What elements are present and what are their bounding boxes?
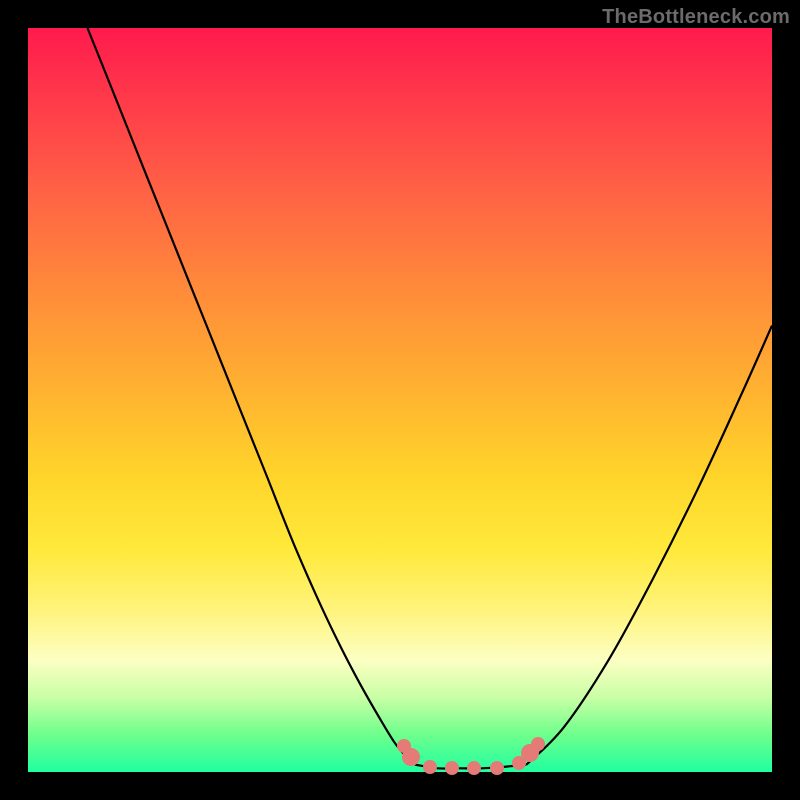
marker-dot xyxy=(512,756,526,770)
marker-dot xyxy=(402,748,420,766)
marker-dot xyxy=(423,760,437,774)
curve-valley-floor xyxy=(415,765,527,769)
curve-right-branch xyxy=(527,326,773,765)
chart-plot-area xyxy=(28,28,772,772)
watermark-text: TheBottleneck.com xyxy=(602,6,790,29)
marker-dot xyxy=(490,761,504,775)
marker-dot xyxy=(531,737,545,751)
marker-dot xyxy=(445,761,459,775)
chart-frame: TheBottleneck.com xyxy=(0,0,800,800)
marker-dot xyxy=(467,761,481,775)
curve-left-branch xyxy=(88,28,415,765)
curve-layer xyxy=(28,28,772,772)
marker-dot xyxy=(521,744,539,762)
marker-dot xyxy=(397,739,411,753)
